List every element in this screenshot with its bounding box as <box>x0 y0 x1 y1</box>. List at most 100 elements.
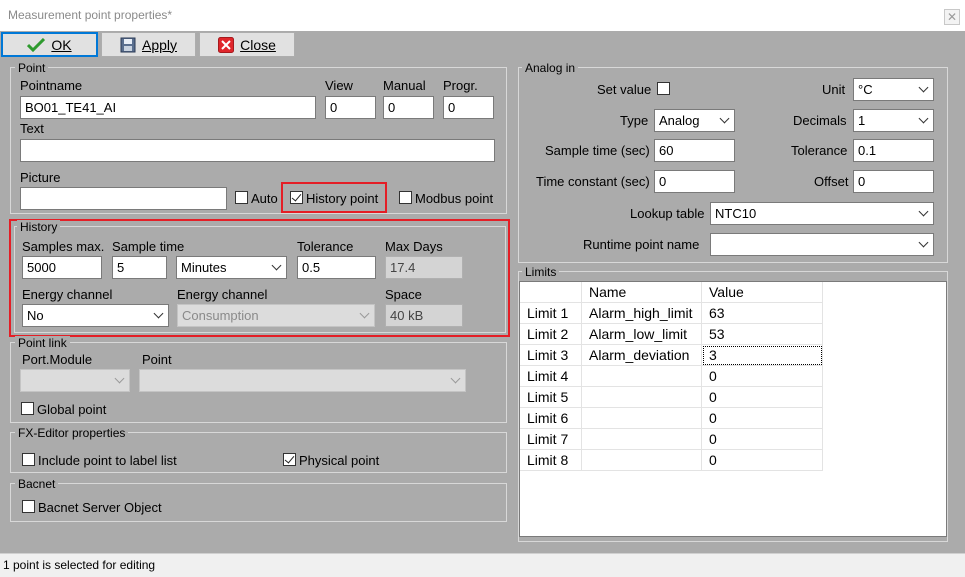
set-value-checkbox[interactable] <box>657 82 670 95</box>
offset-field[interactable]: 0 <box>853 170 934 193</box>
decimals-label: Decimals <box>793 113 847 128</box>
analog-tolerance-field[interactable]: 0.1 <box>853 139 934 162</box>
limit-value-cell[interactable]: 63 <box>702 303 823 324</box>
value-column-header[interactable]: Value <box>702 282 823 303</box>
energy-channel2-value: Consumption <box>182 308 259 323</box>
limit-row-label: Limit 4 <box>520 366 582 387</box>
limit-name-cell[interactable] <box>582 408 702 429</box>
energy-channel-value: No <box>27 308 44 323</box>
sample-time-sec-field[interactable]: 60 <box>654 139 735 162</box>
tolerance-label: Tolerance <box>297 239 354 254</box>
limit-row-label: Limit 8 <box>520 450 582 471</box>
name-column-header[interactable]: Name <box>582 282 702 303</box>
port-module-label: Port.Module <box>22 352 93 367</box>
limit-name-cell[interactable] <box>582 387 702 408</box>
time-constant-label: Time constant (sec) <box>536 174 650 189</box>
runtime-point-label: Runtime point name <box>583 237 700 252</box>
link-point-select[interactable] <box>139 369 466 392</box>
limit-value-cell-focused[interactable]: 3 <box>702 345 823 366</box>
unit-value: °C <box>858 82 873 97</box>
energy-channel-select[interactable]: No <box>22 304 169 327</box>
limit-row-label: Limit 6 <box>520 408 582 429</box>
sample-time-unit-value: Minutes <box>181 260 227 275</box>
fx-editor-group-label: FX-Editor properties <box>15 426 129 440</box>
limit-row-label: Limit 5 <box>520 387 582 408</box>
checkmark-icon <box>27 37 46 52</box>
chevron-down-icon <box>114 373 125 384</box>
text-field[interactable] <box>20 139 495 162</box>
save-disk-icon <box>120 37 136 52</box>
pointname-field[interactable]: BO01_TE41_AI <box>20 96 316 119</box>
close-button[interactable]: Close <box>199 32 295 57</box>
limits-grid[interactable]: Name Value Limit 1 Alarm_high_limit 63 L… <box>519 281 947 537</box>
decimals-select[interactable]: 1 <box>853 109 934 132</box>
runtime-point-select[interactable] <box>710 233 934 256</box>
sample-time-field[interactable]: 5 <box>112 256 167 279</box>
bacnet-group-label: Bacnet <box>15 477 59 491</box>
analog-in-group-label: Analog in <box>522 61 579 75</box>
text-label: Text <box>20 121 44 136</box>
offset-label: Offset <box>814 174 849 189</box>
manual-field[interactable]: 0 <box>383 96 434 119</box>
ok-button[interactable]: OK <box>1 32 98 57</box>
tolerance-field[interactable]: 0.5 <box>297 256 376 279</box>
limit-row-label: Limit 2 <box>520 324 582 345</box>
limit-value-cell[interactable]: 0 <box>702 429 823 450</box>
limit-name-cell[interactable]: Alarm_deviation <box>582 345 702 366</box>
limit-row-label: Limit 1 <box>520 303 582 324</box>
limit-name-cell[interactable]: Alarm_low_limit <box>582 324 702 345</box>
energy-channel-label: Energy channel <box>22 287 113 302</box>
limit-row-label: Limit 3 <box>520 345 582 366</box>
max-days-label: Max Days <box>385 239 443 254</box>
progr-field[interactable]: 0 <box>443 96 494 119</box>
status-text: 1 point is selected for editing <box>3 558 156 572</box>
close-red-x-icon <box>218 36 235 53</box>
samples-max-field[interactable]: 5000 <box>22 256 102 279</box>
energy-channel2-select: Consumption <box>177 304 375 327</box>
limit-name-cell[interactable]: Alarm_high_limit <box>582 303 702 324</box>
pointname-label: Pointname <box>20 78 83 93</box>
type-value: Analog <box>659 113 700 128</box>
limit-name-cell[interactable] <box>582 366 702 387</box>
limit-value-cell[interactable]: 53 <box>702 324 823 345</box>
auto-checkbox[interactable] <box>235 191 248 204</box>
space-label: Space <box>385 287 422 302</box>
manual-label: Manual <box>383 78 426 93</box>
chevron-down-icon <box>918 206 929 217</box>
modbus-point-label: Modbus point <box>415 191 494 206</box>
view-field[interactable]: 0 <box>325 96 376 119</box>
close-label: Close <box>240 36 276 53</box>
global-point-checkbox[interactable] <box>21 402 34 415</box>
point-link-group-label: Point link <box>15 336 70 350</box>
decimals-value: 1 <box>858 113 866 128</box>
limit-name-cell[interactable] <box>582 450 702 471</box>
chevron-down-icon <box>271 260 282 271</box>
bacnet-server-object-checkbox[interactable] <box>22 500 35 513</box>
picture-field[interactable] <box>20 187 227 210</box>
physical-point-checkbox[interactable] <box>283 453 296 466</box>
lookup-table-label: Lookup table <box>630 206 705 221</box>
ok-label: OK <box>51 36 72 53</box>
limit-value-cell[interactable]: 0 <box>702 366 823 387</box>
history-group-label: History <box>17 220 61 234</box>
close-window-icon[interactable]: ✕ <box>944 9 960 25</box>
history-point-checkbox[interactable] <box>290 191 303 204</box>
sample-time-unit-select[interactable]: Minutes <box>176 256 287 279</box>
limit-value-cell[interactable]: 0 <box>702 387 823 408</box>
limit-name-cell[interactable] <box>582 429 702 450</box>
modbus-point-checkbox[interactable] <box>399 191 412 204</box>
bacnet-server-object-label: Bacnet Server Object <box>38 500 162 515</box>
limit-value-cell[interactable]: 0 <box>702 408 823 429</box>
time-constant-field[interactable]: 0 <box>654 170 735 193</box>
sample-time-label: Sample time <box>112 239 185 254</box>
port-module-select[interactable] <box>20 369 130 392</box>
apply-button[interactable]: Apply <box>101 32 196 57</box>
sample-time-sec-label: Sample time (sec) <box>545 143 650 158</box>
type-select[interactable]: Analog <box>654 109 735 132</box>
include-label-list-checkbox[interactable] <box>22 453 35 466</box>
lookup-table-select[interactable]: NTC10 <box>710 202 934 225</box>
chevron-down-icon <box>918 113 929 124</box>
limit-value-cell[interactable]: 0 <box>702 450 823 471</box>
view-label: View <box>325 78 353 93</box>
unit-select[interactable]: °C <box>853 78 934 101</box>
